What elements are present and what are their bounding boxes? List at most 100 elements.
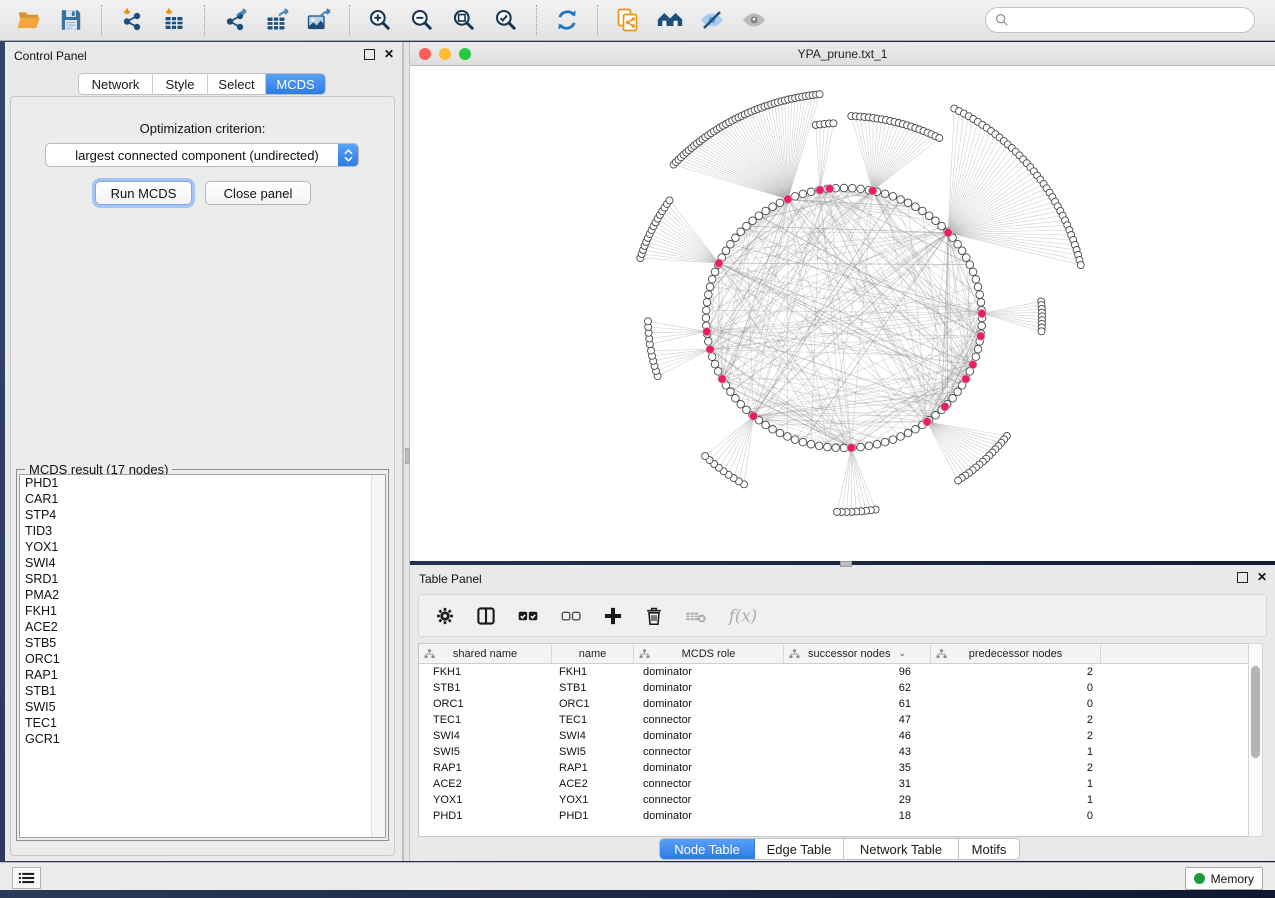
list-item[interactable]: TEC1 <box>20 715 385 731</box>
list-item[interactable]: PHD1 <box>20 475 385 491</box>
close-panel-button[interactable]: Close panel <box>205 181 311 205</box>
network-view-titlebar[interactable]: YPA_prune.txt_1 <box>410 42 1275 66</box>
cell-successor_nodes: 18 <box>784 808 931 824</box>
table-row[interactable]: YOX1YOX1connector291 <box>419 792 1255 808</box>
table-scrollbar[interactable] <box>1248 643 1263 837</box>
svg-text:f(x): f(x) <box>727 606 757 625</box>
table-row[interactable]: SWI4SWI4dominator462 <box>419 728 1255 744</box>
list-item[interactable]: TID3 <box>20 523 385 539</box>
table-row[interactable]: FKH1FKH1dominator962 <box>419 664 1255 680</box>
float-panel-icon[interactable] <box>364 49 375 60</box>
cell-shared_name: PHD1 <box>419 808 552 824</box>
tab-edge-table[interactable]: Edge Table <box>755 839 844 859</box>
table-toolbar: f(x) <box>418 594 1267 637</box>
list-item[interactable]: FKH1 <box>20 603 385 619</box>
gear-icon[interactable] <box>434 605 456 627</box>
cell-shared_name: RAP1 <box>419 760 552 776</box>
list-item[interactable]: STP4 <box>20 507 385 523</box>
tab-network[interactable]: Network <box>79 74 153 94</box>
list-item[interactable]: GCR1 <box>20 731 385 747</box>
table-row[interactable]: TEC1TEC1connector472 <box>419 712 1255 728</box>
vertical-splitter[interactable] <box>403 42 410 861</box>
column-header-shared-name[interactable]: shared name <box>419 644 552 663</box>
tab-node-table[interactable]: Node Table <box>660 839 755 859</box>
new-network-from-selection-icon[interactable] <box>612 4 644 36</box>
column-header-MCDS-role[interactable]: MCDS role <box>634 644 784 663</box>
list-item[interactable]: YOX1 <box>20 539 385 555</box>
show-columns-icon[interactable] <box>475 605 497 627</box>
select-all-rows-icon[interactable] <box>516 605 540 627</box>
list-item[interactable]: ACE2 <box>20 619 385 635</box>
cell-shared_name: YOX1 <box>419 792 552 808</box>
close-panel-icon[interactable]: ✕ <box>384 50 394 59</box>
mcds-list-scrollbar[interactable] <box>371 475 385 837</box>
list-item[interactable]: CAR1 <box>20 491 385 507</box>
add-column-icon[interactable] <box>602 605 624 627</box>
list-item[interactable]: PMA2 <box>20 587 385 603</box>
cell-shared_name: SWI4 <box>419 728 552 744</box>
memory-button[interactable]: Memory <box>1185 867 1263 890</box>
table-row[interactable]: RAP1RAP1dominator352 <box>419 760 1255 776</box>
tab-style[interactable]: Style <box>153 74 208 94</box>
show-all-icon[interactable] <box>738 4 770 36</box>
mcds-result-groupbox: MCDS result (17 nodes) PHD1CAR1STP4TID3Y… <box>16 469 389 841</box>
cell-name: ACE2 <box>552 776 634 792</box>
zoom-out-icon[interactable] <box>406 4 438 36</box>
show-panels-menu-button[interactable] <box>12 867 41 889</box>
export-table-icon[interactable] <box>261 4 293 36</box>
scrollbar-thumb[interactable] <box>1251 666 1260 758</box>
apply-layout-icon[interactable] <box>551 4 583 36</box>
column-header-name[interactable]: name <box>552 644 634 663</box>
network-canvas[interactable] <box>410 66 1275 561</box>
cell-predecessor_nodes: 1 <box>931 744 1101 760</box>
zoom-selected-icon[interactable] <box>490 4 522 36</box>
table-header-row: shared namenameMCDS rolesuccessor nodes⌄… <box>419 644 1255 664</box>
table-row[interactable]: SWI5SWI5connector431 <box>419 744 1255 760</box>
open-file-icon[interactable] <box>13 4 45 36</box>
deselect-all-rows-icon[interactable] <box>559 605 583 627</box>
list-item[interactable]: SRD1 <box>20 571 385 587</box>
cell-shared_name: TEC1 <box>419 712 552 728</box>
list-item[interactable]: STB5 <box>20 635 385 651</box>
import-table-icon[interactable] <box>158 4 190 36</box>
memory-label: Memory <box>1211 872 1254 886</box>
float-panel-icon[interactable] <box>1237 572 1248 583</box>
zoom-fit-icon[interactable] <box>448 4 480 36</box>
close-panel-icon[interactable]: ✕ <box>1257 573 1267 582</box>
run-mcds-button[interactable]: Run MCDS <box>95 181 192 205</box>
list-item[interactable]: STB1 <box>20 683 385 699</box>
first-neighbors-icon[interactable] <box>654 4 686 36</box>
cell-shared_name: ORC1 <box>419 696 552 712</box>
optimization-criterion-dropdown[interactable]: largest connected component (undirected) <box>45 143 359 167</box>
tab-select[interactable]: Select <box>208 74 266 94</box>
cell-name: SWI4 <box>552 728 634 744</box>
table-row[interactable]: STB1STB1dominator620 <box>419 680 1255 696</box>
export-network-icon[interactable] <box>219 4 251 36</box>
tab-network-table[interactable]: Network Table <box>844 839 959 859</box>
export-image-icon[interactable] <box>303 4 335 36</box>
column-header-predecessor-nodes[interactable]: predecessor nodes <box>931 644 1101 663</box>
zoom-in-icon[interactable] <box>364 4 396 36</box>
table-row[interactable]: PHD1PHD1dominator180 <box>419 808 1255 824</box>
cell-mcds_role: dominator <box>634 680 784 696</box>
save-session-icon[interactable] <box>55 4 87 36</box>
table-panel: Table Panel ✕ f(x) shared namenameMCDS r… <box>410 565 1275 861</box>
mcds-result-list[interactable]: PHD1CAR1STP4TID3YOX1SWI4SRD1PMA2FKH1ACE2… <box>19 474 386 838</box>
hide-selected-icon[interactable] <box>696 4 728 36</box>
table-row[interactable]: ACE2ACE2connector311 <box>419 776 1255 792</box>
list-item[interactable]: RAP1 <box>20 667 385 683</box>
tab-motifs[interactable]: Motifs <box>959 839 1019 859</box>
cell-successor_nodes: 46 <box>784 728 931 744</box>
column-header-successor-nodes[interactable]: successor nodes⌄ <box>784 644 931 663</box>
list-item[interactable]: SWI5 <box>20 699 385 715</box>
tab-mcds[interactable]: MCDS <box>266 74 325 94</box>
list-item[interactable]: ORC1 <box>20 651 385 667</box>
search-field[interactable] <box>1015 12 1254 28</box>
node-table: shared namenameMCDS rolesuccessor nodes⌄… <box>418 643 1256 837</box>
cell-predecessor_nodes: 0 <box>931 696 1101 712</box>
list-item[interactable]: SWI4 <box>20 555 385 571</box>
import-network-icon[interactable] <box>116 4 148 36</box>
delete-rows-icon[interactable] <box>643 605 665 627</box>
table-row[interactable]: ORC1ORC1dominator610 <box>419 696 1255 712</box>
search-input[interactable] <box>985 7 1255 33</box>
